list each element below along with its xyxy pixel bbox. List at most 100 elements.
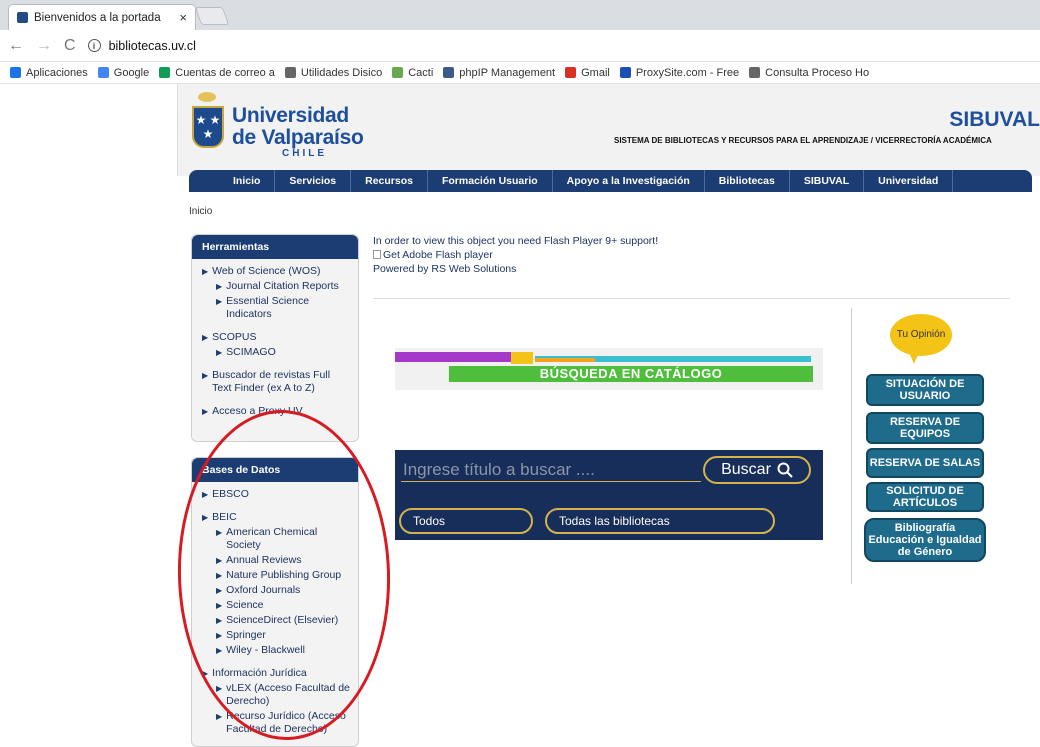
sidebar-link-label: Journal Citation Reports	[226, 280, 339, 292]
broken-image-icon	[373, 250, 381, 259]
nav-item[interactable]: SIBUVAL	[790, 170, 865, 192]
nav-item[interactable]: Universidad	[864, 170, 954, 192]
site-title: SIBUVAL	[949, 108, 1040, 131]
bullet-arrow-icon: ▶	[216, 297, 223, 306]
catalog-search: Buscar Todos Todas las bibliotecas	[395, 450, 823, 540]
reserva-equipos-button[interactable]: RESERVA DE EQUIPOS	[866, 412, 984, 444]
solicitud-articulos-button[interactable]: SOLICITUD DE ARTÍCULOS	[866, 482, 984, 512]
logo-seal-icon	[198, 92, 216, 102]
search-button-label: Buscar	[721, 461, 771, 478]
bookmark-label: Aplicaciones	[26, 66, 88, 79]
bullet-arrow-icon: ▶	[216, 712, 223, 721]
bibliografia-button[interactable]: Bibliografía Educación e Igualdad de Gén…	[864, 518, 986, 562]
flash-message: In order to view this object you need Fl…	[373, 235, 659, 247]
bookmark-item[interactable]: Cuentas de correo a	[159, 67, 275, 79]
logo-line1[interactable]: Universidad	[232, 104, 349, 128]
page-icon	[284, 67, 296, 78]
herramientas-title: Herramientas	[192, 235, 358, 259]
bookmark-item[interactable]: Google	[97, 67, 149, 79]
sidebar-link[interactable]: ▶ SCOPUS	[202, 331, 352, 344]
nav-item[interactable]: Apoyo a la Investigación	[553, 170, 705, 192]
herramientas-list: ▶ Web of Science (WOS) ▶ Journal Citation R…	[192, 259, 358, 418]
sidebar-link-label: SCIMAGO	[226, 346, 276, 358]
page-icon	[749, 67, 761, 78]
url-text: bibliotecas.uv.cl	[108, 38, 196, 53]
sheet-icon	[159, 67, 171, 78]
opinion-bubble[interactable]: Tu Opinión	[890, 314, 952, 364]
bookmark-label: ProxySite.com - Free	[635, 66, 740, 79]
close-tab-icon[interactable]: ×	[179, 10, 187, 25]
phpip-icon	[443, 67, 455, 78]
reload-icon[interactable]: C	[64, 37, 76, 55]
logo-shield-icon[interactable]: ★ ★ ★	[192, 106, 224, 148]
bookmark-label: Gmail	[581, 66, 610, 79]
bookmark-item[interactable]: Utilidades Disico	[284, 66, 383, 79]
sidebar-link[interactable]: ▶ Journal Citation Reports	[202, 280, 352, 293]
nav-item[interactable]: Recursos	[351, 170, 428, 192]
bookmark-label: Utilidades Disico	[300, 66, 383, 79]
sidebar-link[interactable]: ▶ SCIMAGO	[202, 346, 352, 359]
bookmark-item[interactable]: Aplicaciones	[10, 67, 88, 79]
favicon-icon	[17, 12, 28, 23]
sidebar-link-label: SCOPUS	[212, 331, 257, 343]
catalog-banner-label: BÚSQUEDA EN CATÁLOGO	[449, 366, 813, 382]
bookmark-item[interactable]: ProxySite.com - Free	[619, 66, 740, 79]
search-icon	[777, 462, 793, 478]
powered-by-link[interactable]: Powered by RS Web Solutions	[373, 262, 658, 276]
divider	[373, 298, 1010, 299]
bookmark-item[interactable]: phpIP Management	[443, 67, 555, 79]
apps-grid-icon	[10, 67, 21, 78]
bookmark-label: phpIP Management	[459, 66, 556, 79]
filter-all-select[interactable]: Todos	[399, 508, 533, 534]
banner-stripe	[395, 352, 511, 362]
site-subtitle: SISTEMA DE BIBLIOTECAS Y RECURSOS PARA E…	[614, 136, 992, 145]
sidebar-link[interactable]: ▶ Buscador de revistas Full Text Finder (…	[202, 369, 352, 395]
forward-icon[interactable]: →	[36, 37, 52, 55]
address-bar[interactable]: i bibliotecas.uv.cl	[87, 38, 196, 53]
tab-title: Bienvenidos a la portada	[34, 11, 161, 24]
sidebar-link[interactable]: ▶ Web of Science (WOS)	[202, 265, 352, 278]
breadcrumb[interactable]: Inicio	[189, 206, 212, 217]
nav-item[interactable]: Formación Usuario	[428, 170, 553, 192]
bookmark-item[interactable]: Cacti	[392, 67, 433, 79]
nav-item[interactable]: Servicios	[275, 170, 352, 192]
bullet-arrow-icon: ▶	[216, 348, 223, 357]
right-column: Tu Opinión SITUACIÓN DE USUARIO RESERVA …	[851, 308, 1040, 584]
search-button[interactable]: Buscar	[703, 456, 811, 484]
sidebar-link[interactable]: ▶ Essential Science Indicators	[202, 295, 352, 321]
situacion-usuario-button[interactable]: SITUACIÓN DE USUARIO	[866, 374, 984, 406]
info-icon[interactable]: i	[87, 39, 101, 52]
get-flash-link[interactable]: Get Adobe Flash player	[373, 248, 658, 262]
browser-tab[interactable]: Bienvenidos a la portada ×	[8, 4, 196, 30]
banner-stripe	[511, 352, 533, 364]
cacti-icon	[392, 67, 404, 78]
bookmarks-bar: Aplicaciones Google Cuentas de correo a Uti…	[0, 62, 1040, 84]
bookmark-label: Cacti	[408, 66, 434, 79]
search-input[interactable]	[401, 458, 701, 482]
nav-item[interactable]: Bibliotecas	[705, 170, 790, 192]
logo-line2[interactable]: de Valparaíso	[232, 126, 364, 150]
sidebar-link-label: Buscador de revistas Full Text Finder (e…	[212, 369, 331, 394]
back-icon[interactable]: ←	[8, 37, 24, 55]
bookmark-item[interactable]: Consulta Proceso Ho	[749, 67, 869, 79]
nav-item[interactable]: Inicio	[219, 170, 276, 192]
sidebar-link-label: Essential Science Indicators	[226, 295, 310, 320]
bullet-arrow-icon: ▶	[216, 282, 223, 291]
new-tab-button[interactable]	[194, 7, 230, 25]
banner-stripe	[535, 358, 595, 362]
address-bar-row: ← → C i bibliotecas.uv.cl	[0, 30, 1040, 62]
shield-icon	[619, 67, 631, 78]
bullet-arrow-icon: ▶	[202, 407, 209, 416]
bookmark-label: Consulta Proceso Ho	[765, 66, 870, 79]
catalog-banner[interactable]: BÚSQUEDA EN CATÁLOGO	[395, 348, 823, 390]
gmail-icon	[565, 67, 577, 78]
bullet-arrow-icon: ▶	[202, 371, 209, 380]
site-header: ★ ★ ★ Universidad de Valparaíso CHILE SIB…	[177, 84, 1040, 176]
bookmark-item[interactable]: Gmail	[565, 67, 610, 79]
reserva-salas-button[interactable]: RESERVA DE SALAS	[866, 448, 984, 478]
sidebar-link-label: Web of Science (WOS)	[212, 265, 321, 277]
tab-strip: Bienvenidos a la portada ×	[0, 0, 1040, 30]
bullet-arrow-icon: ▶	[202, 333, 209, 342]
logo-line3: CHILE	[282, 148, 327, 159]
filter-library-select[interactable]: Todas las bibliotecas	[545, 508, 775, 534]
